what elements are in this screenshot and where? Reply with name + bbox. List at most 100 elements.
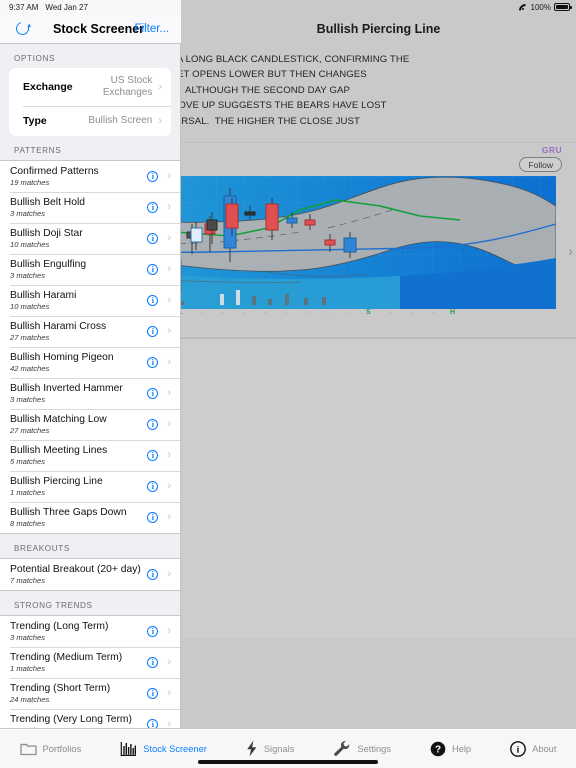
question-circle-icon: ? (430, 741, 446, 756)
page-title: Bullish Piercing Line (316, 22, 441, 36)
info-icon[interactable]: i (147, 326, 159, 337)
list-item[interactable]: Trending (Medium Term) 1 matches i › (0, 647, 180, 678)
list-item[interactable]: Bullish Piercing Line 1 matches i › (0, 471, 180, 502)
list-item-title: Bullish Matching Low (10, 414, 107, 425)
x-tick: · (285, 309, 288, 316)
list-item-title: Bullish Piercing Line (10, 476, 103, 487)
list-item[interactable]: Bullish Matching Low 27 matches i › (0, 409, 180, 440)
next-chart-chevron[interactable]: › (568, 243, 573, 259)
info-icon[interactable]: i (147, 295, 159, 306)
list-item-matches: 1 matches (10, 488, 46, 497)
list-item[interactable]: Trending (Short Term) 24 matches i › (0, 678, 180, 709)
sidebar-item-type[interactable]: Type Bullish Screen › (9, 106, 171, 136)
chevron-right-icon: › (158, 80, 162, 93)
info-icon[interactable]: i (147, 388, 159, 399)
status-bar: 9:37 AM Wed Jan 27 100% (0, 0, 576, 14)
status-time: 9:37 AM (9, 2, 39, 12)
x-tick: · (348, 309, 351, 316)
info-icon[interactable]: i (147, 357, 159, 368)
type-value: Bullish Screen (88, 115, 153, 126)
follow-button[interactable]: Follow (519, 157, 562, 172)
info-icon[interactable]: i (147, 264, 159, 275)
info-circle-icon: i (510, 740, 527, 757)
info-icon[interactable]: i (147, 202, 159, 213)
info-icon[interactable]: i (147, 569, 159, 580)
list-item-title: Potential Breakout (20+ day) (10, 564, 141, 575)
battery-percent: 100% (530, 2, 551, 12)
tab-label: Signals (263, 743, 295, 754)
list-item[interactable]: Bullish Harami 10 matches i › (0, 285, 180, 316)
info-icon[interactable]: i (147, 419, 159, 430)
info-icon[interactable]: i (147, 626, 159, 637)
list-item-matches: 3 matches (10, 209, 46, 218)
folder-icon (19, 743, 37, 756)
x-tick: · (432, 309, 435, 316)
info-icon[interactable]: i (147, 657, 159, 668)
tab-bar[interactable]: Portfolios Stock Screener Signals Settin… (0, 728, 576, 768)
list-item-title: Trending (Medium Term) (10, 652, 123, 663)
sidebar-section-heading-patterns: PATTERNS (14, 146, 62, 155)
info-icon[interactable]: i (147, 481, 159, 492)
patterns-group: Confirmed Patterns 19 matches i › Bullish … (0, 160, 180, 534)
tab-about[interactable]: i About (510, 740, 557, 757)
tab-label: About (532, 743, 557, 754)
tab-portfolios[interactable]: Portfolios (19, 741, 82, 756)
tab-help[interactable]: ? Help (430, 741, 471, 757)
chevron-right-icon: › (167, 201, 171, 213)
list-item[interactable]: Bullish Doji Star 10 matches i › (0, 223, 180, 254)
refresh-icon[interactable] (13, 19, 32, 38)
list-item-matches: 27 matches (10, 333, 50, 342)
info-icon[interactable]: i (147, 719, 159, 728)
chevron-right-icon: › (158, 114, 162, 127)
list-item-title: Bullish Belt Hold (10, 197, 85, 208)
list-item[interactable]: Bullish Harami Cross 27 matches i › (0, 316, 180, 347)
info-icon[interactable]: i (147, 688, 159, 699)
info-icon[interactable]: i (147, 450, 159, 461)
x-tick: · (390, 309, 393, 316)
list-item-title: Bullish Engulfing (10, 259, 87, 270)
chevron-right-icon: › (167, 263, 171, 275)
list-item-matches: 3 matches (10, 271, 46, 280)
list-item[interactable]: Bullish Homing Pigeon 42 matches i › (0, 347, 180, 378)
info-icon[interactable]: i (147, 233, 159, 244)
list-item[interactable]: Potential Breakout (20+ day) 7 matches i › (0, 559, 180, 590)
list-item[interactable]: Trending (Long Term) 3 matches i › (0, 616, 180, 647)
list-item[interactable]: Bullish Meeting Lines 5 matches i › (0, 440, 180, 471)
chevron-right-icon: › (167, 170, 171, 182)
info-icon[interactable]: i (147, 171, 159, 182)
x-tick: · (222, 309, 225, 316)
filter-button[interactable]: Filter... (134, 23, 169, 35)
tab-signals[interactable]: Signals (246, 740, 295, 757)
sidebar-item-exchange[interactable]: Exchange US Stock Exchanges › (9, 68, 171, 106)
list-item-matches: 24 matches (10, 695, 50, 704)
list-item[interactable]: Bullish Engulfing 3 matches i › (0, 254, 180, 285)
info-icon[interactable]: i (147, 512, 159, 523)
sidebar-section-heading-strong-trends: STRONG TRENDS (14, 601, 93, 610)
tab-settings[interactable]: Settings (333, 740, 391, 757)
list-item[interactable]: Confirmed Patterns 19 matches i › (0, 161, 180, 192)
list-item[interactable]: Bullish Inverted Hammer 3 matches i › (0, 378, 180, 409)
chevron-right-icon: › (167, 418, 171, 430)
chevron-right-icon: › (167, 387, 171, 399)
battery-icon (554, 3, 572, 11)
tab-label: Help (451, 743, 472, 754)
list-item-matches: 10 matches (10, 302, 50, 311)
list-item-title: Bullish Harami Cross (10, 321, 107, 332)
list-item[interactable]: Bullish Belt Hold 3 matches i › (0, 192, 180, 223)
type-label: Type (23, 115, 47, 127)
x-tick: · (201, 309, 204, 316)
lightning-bolt-icon (247, 740, 257, 757)
breakouts-group: Potential Breakout (20+ day) 7 matches i › (0, 558, 180, 591)
sidebar-section-heading-breakouts: BREAKOUTS (14, 544, 70, 553)
list-item-title: Bullish Doji Star (10, 228, 83, 239)
list-item[interactable]: Bullish Three Gaps Down 8 matches i › (0, 502, 180, 533)
list-item[interactable]: Trending (Very Long Term)3 matches i› (0, 709, 180, 728)
list-item-matches: 1 matches (10, 664, 46, 673)
list-item-title: Confirmed Patterns (10, 166, 99, 177)
exchange-label: Exchange (23, 81, 73, 93)
tab-stock-screener[interactable]: Stock Screener (120, 741, 207, 757)
sidebar[interactable]: OPTIONS Exchange US Stock Exchanges › Ty… (0, 44, 181, 728)
sidebar-navbar: Stock Screener Filter... (0, 14, 181, 44)
tab-label: Settings (357, 743, 391, 754)
tab-label: Portfolios (42, 743, 82, 754)
